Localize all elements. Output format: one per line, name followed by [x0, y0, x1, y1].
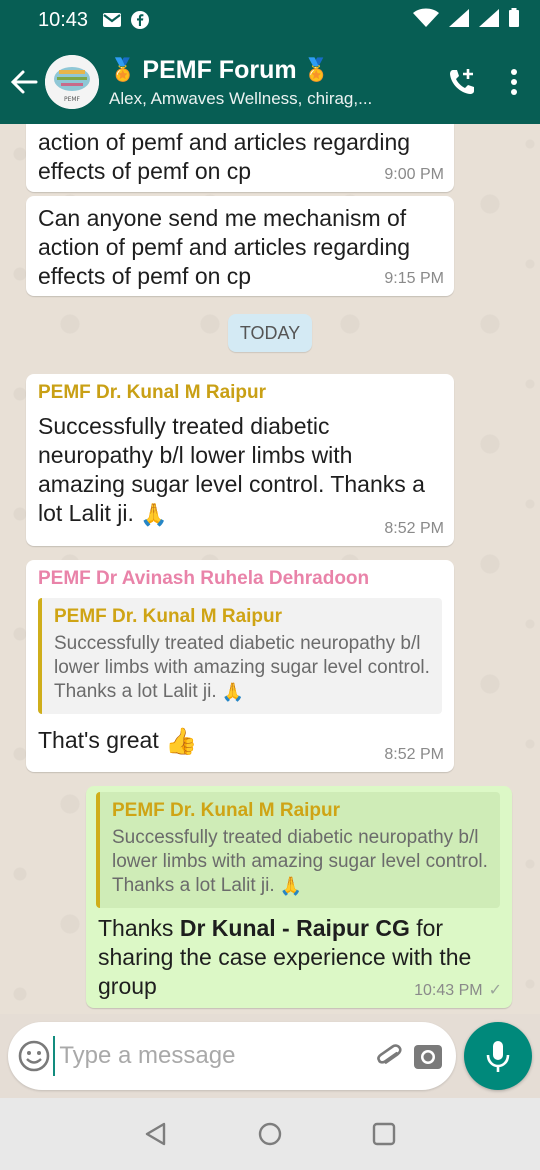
- mentioned-name: Dr Kunal - Raipur CG: [179, 915, 410, 942]
- message-text: Successfully treated diabetic neuropathy…: [38, 413, 425, 526]
- medal-icon-right: 🏅: [302, 57, 330, 82]
- circle-home-icon: [258, 1122, 282, 1146]
- message-bubble[interactable]: PEMF Dr Avinash Ruhela Dehradoon PEMF Dr…: [26, 560, 454, 772]
- camera-button[interactable]: [409, 1022, 448, 1090]
- signal-icon-2: [478, 8, 500, 33]
- thumbs-up-emoji-icon: 👍: [165, 726, 198, 757]
- wifi-icon: [412, 8, 440, 33]
- quoted-message[interactable]: PEMF Dr. Kunal M Raipur Successfully tre…: [96, 792, 500, 909]
- message-time: 8:52 PM: [384, 520, 444, 537]
- sent-check-icon: ✓: [488, 982, 502, 999]
- chat-header: PEMF 🏅 PEMF Forum 🏅 Alex, Amwaves Wellne…: [0, 40, 540, 124]
- group-avatar[interactable]: PEMF: [45, 55, 99, 109]
- message-text-part: Thanks: [98, 915, 180, 942]
- phone-plus-icon: [450, 69, 474, 94]
- more-vert-icon: [511, 69, 517, 95]
- date-divider: TODAY: [228, 314, 312, 352]
- pray-emoji-icon: 🙏: [140, 502, 168, 528]
- message-bubble[interactable]: PEMF Dr. Kunal M Raipur Successfully tre…: [26, 374, 454, 546]
- attach-button[interactable]: [369, 1022, 408, 1090]
- signal-icon: [448, 8, 470, 33]
- more-options-button[interactable]: [488, 40, 540, 124]
- message-bubble[interactable]: Can anyone send me mechanism of action o…: [26, 196, 454, 296]
- message-bubble-outgoing[interactable]: PEMF Dr. Kunal M Raipur Successfully tre…: [86, 786, 512, 1008]
- status-time: 10:43: [38, 8, 89, 31]
- triangle-back-icon: [145, 1122, 166, 1146]
- message-bubble[interactable]: action of pemf and articles regarding ef…: [26, 124, 454, 192]
- message-time: 9:15 PM: [384, 270, 444, 287]
- voice-record-button[interactable]: [464, 1022, 532, 1090]
- pray-emoji-icon: 🙏: [279, 876, 303, 896]
- message-time: 9:00 PM: [384, 166, 444, 183]
- pray-emoji-icon: 🙏: [221, 682, 245, 702]
- chat-title-area[interactable]: 🏅 PEMF Forum 🏅 Alex, Amwaves Wellness, c…: [109, 56, 436, 109]
- svg-text:PEMF: PEMF: [64, 96, 81, 103]
- arrow-left-icon: [10, 70, 38, 94]
- status-bar: 10:43: [0, 0, 540, 40]
- group-title: PEMF Forum: [142, 55, 297, 84]
- emoji-button[interactable]: [14, 1022, 53, 1090]
- message-text: Can anyone send me mechanism of action o…: [38, 205, 411, 289]
- smiley-icon: [18, 1040, 49, 1072]
- quoted-sender: PEMF Dr. Kunal M Raipur: [54, 606, 283, 627]
- microphone-icon: [486, 1041, 510, 1072]
- quoted-sender: PEMF Dr. Kunal M Raipur: [112, 800, 341, 821]
- sender-name[interactable]: PEMF Dr Avinash Ruhela Dehradoon: [38, 568, 442, 590]
- facebook-icon: [130, 10, 150, 30]
- message-list[interactable]: action of pemf and articles regarding ef…: [0, 124, 540, 1014]
- sender-name[interactable]: PEMF Dr. Kunal M Raipur: [38, 382, 442, 404]
- nav-home-button[interactable]: [253, 1117, 287, 1151]
- message-time: 8:52 PM: [384, 746, 444, 763]
- message-time: 10:43 PM ✓: [414, 980, 502, 1000]
- battery-icon: [508, 7, 520, 33]
- square-recents-icon: [372, 1122, 396, 1146]
- nav-back-button[interactable]: [139, 1117, 173, 1151]
- message-composer: [8, 1022, 456, 1090]
- system-nav-bar: [0, 1098, 540, 1170]
- camera-icon: [414, 1045, 443, 1069]
- gmail-icon: [102, 12, 122, 28]
- message-time-value: 10:43 PM: [414, 982, 483, 999]
- group-members: Alex, Amwaves Wellness, chirag,...: [109, 88, 373, 108]
- nav-recents-button[interactable]: [367, 1117, 401, 1151]
- message-text: That's great: [38, 727, 159, 754]
- message-input[interactable]: [53, 1036, 370, 1076]
- back-button[interactable]: [3, 40, 45, 124]
- add-call-button[interactable]: [436, 40, 488, 124]
- quoted-message[interactable]: PEMF Dr. Kunal M Raipur Successfully tre…: [38, 598, 442, 715]
- message-text: action of pemf and articles regarding ef…: [38, 129, 411, 184]
- medal-icon: 🏅: [109, 57, 137, 82]
- paperclip-icon: [377, 1044, 402, 1064]
